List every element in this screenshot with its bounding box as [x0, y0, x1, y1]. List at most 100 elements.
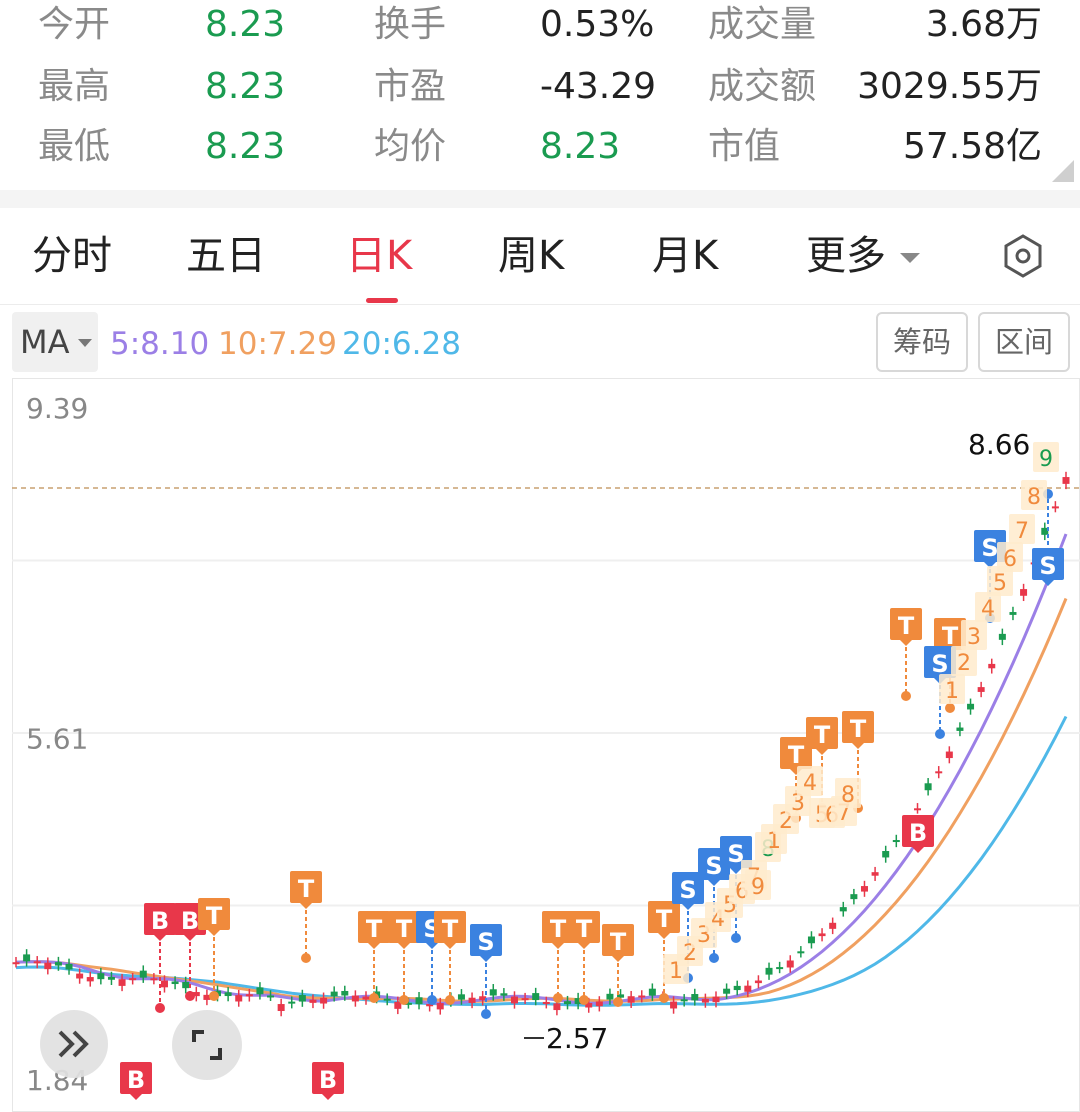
tab-five-day[interactable]: 五日 — [186, 230, 266, 282]
candle-body — [298, 995, 306, 1002]
chevron-down-icon — [900, 253, 920, 263]
signal-tag-letter: S — [981, 534, 998, 562]
candle-body — [988, 663, 996, 669]
signal-tag-letter: B — [319, 1066, 337, 1094]
candle-body — [627, 996, 635, 1003]
candle-body — [256, 987, 264, 995]
signal-dot — [613, 997, 623, 1007]
settings-hexagon-icon[interactable] — [1000, 233, 1046, 279]
ma-selector-label: MA — [20, 323, 70, 361]
candle-body — [118, 979, 126, 986]
chip-distribution-button[interactable]: 筹码 — [876, 312, 968, 372]
candle-body — [744, 985, 752, 992]
seq-tag-number: 6 — [1003, 547, 1017, 572]
y-axis-label: 9.39 — [26, 392, 88, 425]
tab-day-k[interactable]: 日K — [346, 230, 412, 282]
candle-body — [521, 998, 529, 1001]
seq-tag-number: 8 — [1027, 485, 1041, 510]
quote-label: 成交量 — [708, 4, 817, 45]
candle-body — [341, 990, 349, 996]
candle-body — [97, 973, 105, 980]
collapse-corner-icon[interactable] — [1052, 160, 1074, 182]
tab-intraday[interactable]: 分时 — [32, 230, 112, 282]
tab-week-k[interactable]: 周K — [498, 230, 564, 282]
signal-tag-letter: B — [151, 907, 169, 935]
candle-body — [1020, 589, 1028, 596]
candle-body — [553, 1003, 561, 1011]
seq-tag-number: 8 — [841, 783, 855, 808]
signal-tag-letter: T — [442, 915, 459, 943]
candle-body — [436, 1003, 444, 1010]
signal-tag-letter: T — [550, 915, 567, 943]
candle-body — [807, 936, 815, 944]
candle-body — [967, 703, 975, 710]
signal-tag-letter: T — [850, 715, 867, 743]
quote-value: 0.53% — [540, 4, 655, 45]
candle-body — [160, 980, 168, 988]
interval-button[interactable]: 区间 — [978, 312, 1070, 372]
signal-tag-letter: S — [477, 928, 494, 956]
kline-chart[interactable]: 9.395.611.84B B TTT T S T S T T TTSS STT TT TSSSB BB1… — [12, 378, 1080, 1112]
signal-tag-letter: T — [396, 915, 413, 943]
signal-tag-letter: T — [788, 741, 805, 769]
fullscreen-button[interactable] — [172, 1010, 242, 1080]
signal-dot — [445, 995, 455, 1005]
seq-tag-number: 5 — [993, 571, 1007, 596]
signal-dot — [731, 933, 741, 943]
candle-body — [500, 993, 508, 996]
tab-more[interactable]: 更多 — [806, 230, 920, 282]
expand-panel-button[interactable] — [40, 1010, 108, 1078]
signal-dot — [369, 993, 379, 1003]
candle-body — [595, 1001, 603, 1007]
candle-body — [924, 783, 932, 791]
signal-dot — [709, 953, 719, 963]
signal-dot — [553, 993, 563, 1003]
quote-label: 换手 — [374, 4, 447, 45]
candle-body — [457, 994, 465, 1000]
candle-body — [288, 1001, 296, 1004]
signal-tag-letter: B — [127, 1066, 145, 1094]
candle-body — [733, 985, 741, 991]
candle-body — [818, 933, 826, 937]
candle-body — [956, 727, 964, 731]
ma5-value: 5:8.10 — [110, 326, 210, 362]
candle-body — [415, 997, 423, 1005]
tab-month-k[interactable]: 月K — [652, 230, 718, 282]
signal-tag-letter: S — [679, 876, 696, 904]
candle-body — [1009, 612, 1017, 615]
candle-body — [86, 977, 94, 982]
signal-dot — [185, 991, 195, 1001]
ma-selector[interactable]: MA — [12, 312, 98, 372]
seq-tag-number: 3 — [967, 625, 981, 650]
candle-body — [723, 988, 731, 994]
candle-body — [850, 894, 858, 900]
ma10-value: 10:7.29 — [218, 326, 337, 362]
signal-tag-letter: S — [931, 650, 948, 678]
seq-tag-number: 7 — [1015, 519, 1029, 544]
signal-tag-letter: T — [206, 902, 223, 930]
candle-body — [606, 993, 614, 1000]
caret-down-icon — [78, 339, 92, 347]
quote-label: 最低 — [38, 126, 111, 167]
candle-body — [892, 840, 900, 843]
low-price-label: 2.57 — [546, 1022, 608, 1055]
seq-tag-number: 9 — [751, 875, 765, 900]
candle-body — [638, 995, 646, 998]
candle-body — [33, 961, 41, 964]
candle-body — [860, 886, 868, 892]
candle-body — [998, 633, 1006, 640]
candle-body — [23, 954, 31, 962]
quote-label: 市盈 — [374, 66, 447, 107]
signal-dot — [901, 691, 911, 701]
candle-body — [701, 998, 709, 1003]
candle-body — [351, 995, 359, 1002]
signal-dot — [399, 995, 409, 1005]
candle-body — [489, 989, 497, 996]
candle-body — [680, 999, 688, 1002]
quote-value: 8.23 — [205, 66, 286, 107]
signal-dot — [659, 993, 669, 1003]
candle-body — [150, 978, 158, 981]
section-divider — [0, 190, 1080, 208]
signal-tag-letter: S — [1039, 552, 1056, 580]
candle-body — [277, 1004, 285, 1012]
